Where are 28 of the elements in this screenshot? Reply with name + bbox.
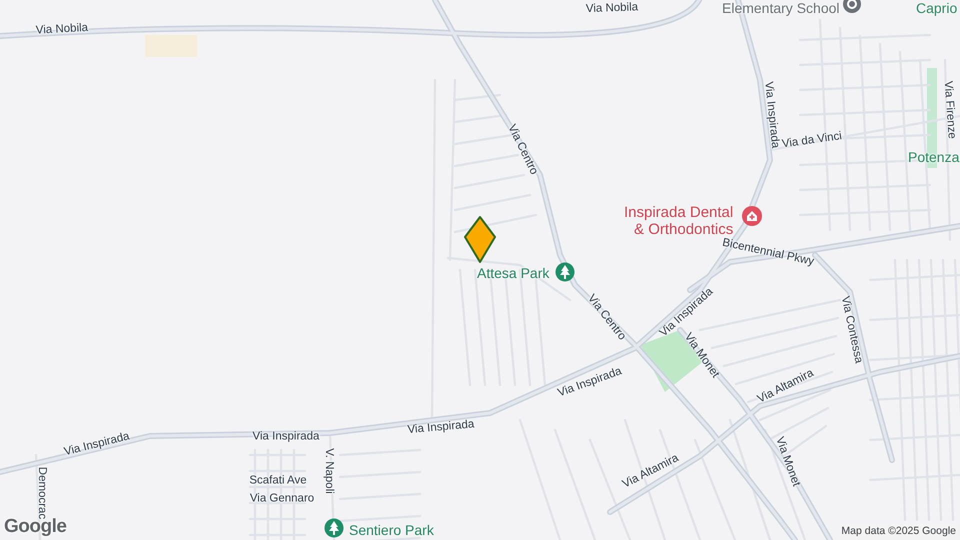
street-label: Via Monet: [772, 436, 802, 488]
street-label: Via Inspirada: [252, 431, 320, 443]
street-label: Via da Vinci: [781, 131, 843, 151]
street-label: V. Napoli: [322, 448, 334, 494]
street-label: Scafati Ave: [249, 475, 307, 487]
place-label: Caprio: [916, 1, 958, 16]
school-icon: [842, 0, 862, 14]
place-label: Elementary School: [722, 1, 840, 16]
street-label: Via Firenze: [941, 80, 957, 140]
location-marker-icon[interactable]: [463, 215, 497, 265]
sand-area: [145, 35, 197, 57]
street-label: Via Gennaro: [250, 493, 314, 505]
street-label: Via Nobila: [586, 2, 638, 16]
map-attribution: Map data ©2025 Google: [839, 524, 958, 538]
hospital-icon: [741, 205, 763, 227]
street-label: Via Centro: [504, 123, 540, 177]
place-label: Inspirada Dental & Orthodontics: [624, 205, 734, 238]
street-label: Democrac: [36, 466, 47, 520]
place-label: Attesa Park: [477, 266, 550, 282]
street-label: Via Contessa: [838, 295, 864, 365]
street-label: Via Nobila: [36, 22, 88, 38]
tree-icon: [324, 518, 344, 538]
place-label: Potenza: [908, 150, 960, 166]
place-label: Sentiero Park: [349, 523, 434, 538]
tree-icon: [555, 262, 575, 282]
street-label: Via Inspirada: [63, 431, 131, 459]
street-label: Via Inspirada: [407, 419, 475, 437]
street-label: Via Inspirada: [762, 81, 780, 149]
